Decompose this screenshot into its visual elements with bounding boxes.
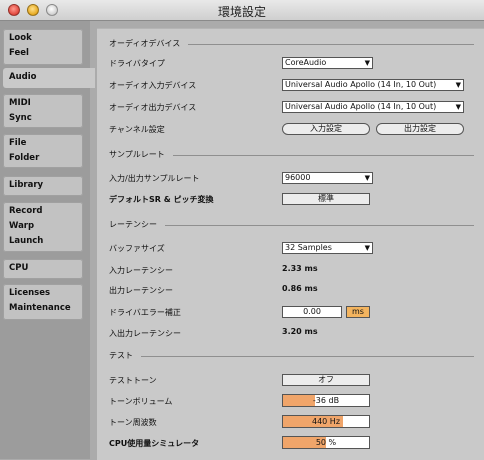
slider-value: -36 dB bbox=[312, 396, 340, 405]
buffer-size-select[interactable]: 32 Samples ▼ bbox=[282, 242, 373, 254]
output-latency-label: 出力レーテンシー bbox=[109, 286, 173, 295]
preferences-window: 環境設定 Look Feel Audio MIDI Sync File Fold… bbox=[0, 0, 484, 460]
tab-library[interactable]: Library bbox=[3, 176, 83, 196]
slider-value: 50 % bbox=[315, 438, 337, 447]
input-device-label: オーディオ入力デバイス bbox=[109, 81, 197, 90]
output-config-button[interactable]: 出力設定 bbox=[376, 123, 464, 135]
tone-frequency-slider[interactable]: 440 Hz bbox=[282, 415, 370, 428]
preferences-sidebar: Look Feel Audio MIDI Sync File Folder Li… bbox=[0, 21, 95, 459]
test-tone-toggle[interactable]: オフ bbox=[282, 374, 370, 386]
tab-label: Folder bbox=[9, 153, 40, 163]
section-title: レーテンシー bbox=[109, 219, 165, 230]
tab-audio[interactable]: Audio bbox=[3, 68, 95, 88]
title-bar: 環境設定 bbox=[0, 0, 484, 21]
tab-label: Sync bbox=[9, 113, 32, 123]
select-value: 96000 bbox=[285, 173, 311, 182]
driver-error-unit-button[interactable]: ms bbox=[346, 306, 370, 318]
cpu-simulator-label: CPU使用量シミュレータ bbox=[109, 439, 200, 448]
tab-label: Maintenance bbox=[9, 303, 71, 313]
tab-label: Look bbox=[9, 33, 32, 43]
test-section-header: テスト bbox=[109, 350, 474, 362]
input-device-select[interactable]: Universal Audio Apollo (14 In, 10 Out) ▼ bbox=[282, 79, 464, 91]
select-value: Universal Audio Apollo (14 In, 10 Out) bbox=[285, 80, 437, 89]
io-sample-rate-label: 入力/出力サンプルレート bbox=[109, 174, 200, 183]
select-value: 32 Samples bbox=[285, 243, 332, 252]
driver-type-label: ドライバタイプ bbox=[109, 59, 165, 68]
test-tone-label: テストトーン bbox=[109, 376, 157, 385]
input-config-button[interactable]: 入力設定 bbox=[282, 123, 370, 135]
driver-type-select[interactable]: CoreAudio ▼ bbox=[282, 57, 373, 69]
section-title: テスト bbox=[109, 350, 141, 361]
default-sr-button[interactable]: 標準 bbox=[282, 193, 370, 205]
select-value: Universal Audio Apollo (14 In, 10 Out) bbox=[285, 102, 437, 111]
channel-config-label: チャンネル設定 bbox=[109, 125, 165, 134]
dropdown-arrow-icon: ▼ bbox=[455, 81, 461, 89]
tab-label: CPU bbox=[9, 263, 29, 273]
dropdown-arrow-icon: ▼ bbox=[364, 59, 370, 67]
section-divider bbox=[109, 356, 474, 357]
latency-section-header: レーテンシー bbox=[109, 219, 474, 231]
tab-licenses-maintenance[interactable]: Licenses Maintenance bbox=[3, 284, 83, 320]
tab-midi-sync[interactable]: MIDI Sync bbox=[3, 94, 83, 128]
tone-frequency-label: トーン周波数 bbox=[109, 418, 157, 427]
tone-volume-slider[interactable]: -36 dB bbox=[282, 394, 370, 407]
io-latency-value: 3.20 ms bbox=[282, 327, 318, 336]
select-value: CoreAudio bbox=[285, 58, 327, 67]
driver-error-field[interactable]: 0.00 bbox=[282, 306, 342, 318]
tab-label: File bbox=[9, 138, 27, 148]
section-title: オーディオデバイス bbox=[109, 38, 189, 49]
tab-label: Feel bbox=[9, 48, 29, 58]
tab-label: Warp bbox=[9, 221, 35, 231]
section-title: サンプルレート bbox=[109, 149, 173, 160]
io-latency-label: 入出力レーテンシー bbox=[109, 329, 181, 338]
audio-device-section-header: オーディオデバイス bbox=[109, 38, 474, 50]
dropdown-arrow-icon: ▼ bbox=[364, 174, 370, 182]
tone-volume-label: トーンボリューム bbox=[109, 397, 173, 406]
default-sr-label: デフォルトSR & ピッチ変換 bbox=[109, 195, 214, 204]
tab-record-warp-launch[interactable]: Record Warp Launch bbox=[3, 202, 83, 252]
buffer-size-label: バッファサイズ bbox=[109, 244, 165, 253]
output-latency-value: 0.86 ms bbox=[282, 284, 318, 293]
input-latency-label: 入力レーテンシー bbox=[109, 266, 173, 275]
audio-preferences-panel: オーディオデバイス ドライバタイプ CoreAudio ▼ オーディオ入力デバイ… bbox=[97, 28, 484, 460]
slider-value: 440 Hz bbox=[311, 417, 341, 426]
tab-label: Library bbox=[9, 180, 44, 190]
tab-label: Licenses bbox=[9, 288, 51, 298]
window-title: 環境設定 bbox=[217, 5, 266, 19]
dropdown-arrow-icon: ▼ bbox=[364, 244, 370, 252]
sample-rate-section-header: サンプルレート bbox=[109, 149, 474, 161]
input-latency-value: 2.33 ms bbox=[282, 264, 318, 273]
tab-label: Launch bbox=[9, 236, 44, 246]
tab-label: Audio bbox=[9, 72, 37, 82]
cpu-simulator-slider[interactable]: 50 % bbox=[282, 436, 370, 449]
tab-file-folder[interactable]: File Folder bbox=[3, 134, 83, 168]
output-device-select[interactable]: Universal Audio Apollo (14 In, 10 Out) ▼ bbox=[282, 101, 464, 113]
driver-error-label: ドライバエラー補正 bbox=[109, 308, 181, 317]
output-device-label: オーディオ出力デバイス bbox=[109, 103, 197, 112]
tab-label: MIDI bbox=[9, 98, 31, 108]
io-sample-rate-select[interactable]: 96000 ▼ bbox=[282, 172, 373, 184]
tab-cpu[interactable]: CPU bbox=[3, 259, 83, 279]
tab-look-feel[interactable]: Look Feel bbox=[3, 29, 83, 65]
dropdown-arrow-icon: ▼ bbox=[455, 103, 461, 111]
tab-label: Record bbox=[9, 206, 43, 216]
